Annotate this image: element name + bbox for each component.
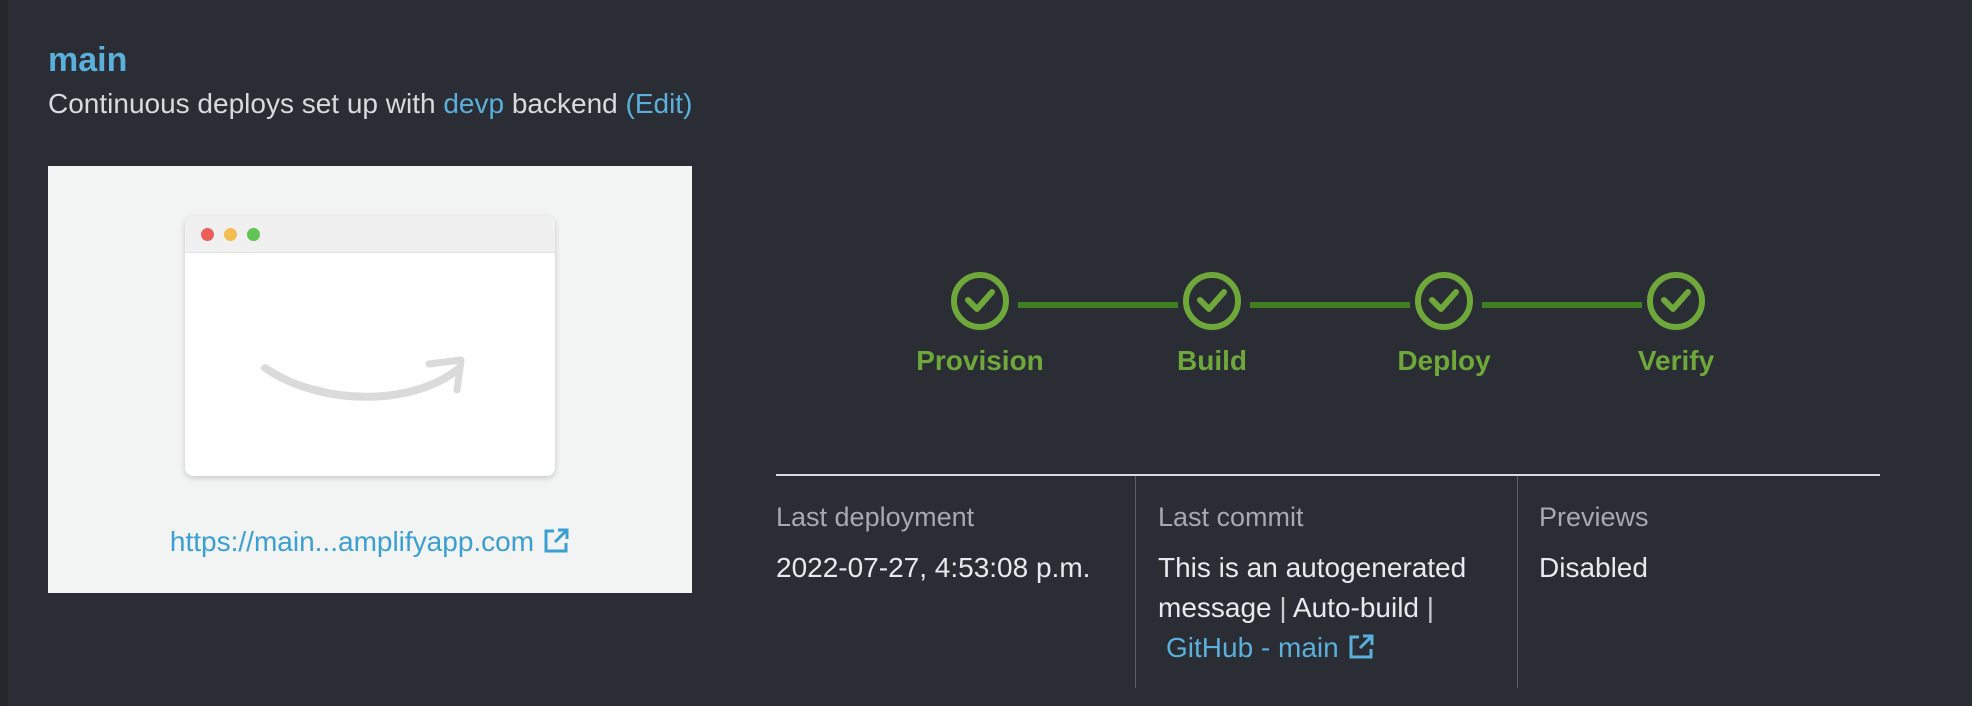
- stage-label: Deploy: [1397, 345, 1491, 376]
- stage-deploy: Deploy: [1344, 266, 1544, 378]
- branch-overview-page: main Continuous deploys set up with devp…: [0, 0, 1972, 706]
- check-circle-icon: [1183, 272, 1241, 330]
- last-commit-column: Last commit This is an autogenerated mes…: [1135, 476, 1518, 688]
- separator-pipe: |: [1426, 592, 1435, 623]
- app-preview-card: https://main...amplifyapp.com: [48, 166, 692, 593]
- stage-label: Verify: [1637, 345, 1715, 376]
- browser-title-bar: [185, 216, 555, 253]
- stage-build: Build: [1112, 266, 1312, 378]
- preview-url-row: https://main...amplifyapp.com: [48, 524, 692, 560]
- branch-name-link[interactable]: main: [48, 38, 127, 82]
- check-circle-icon: [951, 272, 1009, 330]
- browser-thumbnail: [185, 216, 555, 476]
- app-url-link[interactable]: https://main...amplifyapp.com: [170, 526, 534, 557]
- previews-value: Disabled: [1539, 552, 1648, 583]
- branch-subtitle: Continuous deploys set up with devp back…: [48, 86, 692, 122]
- amazon-smile-logo-icon: [261, 356, 465, 401]
- commit-message-word: message: [1158, 592, 1272, 623]
- minimize-dot-icon: [224, 228, 237, 241]
- stage-verify: Verify: [1576, 266, 1776, 378]
- backend-link[interactable]: devp: [443, 88, 504, 119]
- previews-column: Previews Disabled: [1517, 476, 1881, 688]
- last-commit-label: Last commit: [1158, 502, 1304, 532]
- close-dot-icon: [201, 228, 214, 241]
- last-commit-message: This is an autogenerated message | Auto-…: [1158, 548, 1488, 668]
- stage-label: Build: [1177, 345, 1247, 376]
- left-edge-bar: [0, 0, 8, 706]
- check-circle-icon: [1415, 272, 1473, 330]
- external-link-icon[interactable]: [542, 527, 570, 555]
- last-deployment-label: Last deployment: [776, 502, 975, 532]
- commit-source: Auto-build: [1292, 592, 1420, 623]
- stage-label: Provision: [916, 345, 1044, 376]
- last-deployment-column: Last deployment 2022-07-27, 4:53:08 p.m.: [776, 476, 1135, 688]
- github-commit-link[interactable]: GitHub - main: [1166, 632, 1339, 663]
- subtitle-suffix: backend: [511, 88, 618, 119]
- previews-label: Previews: [1539, 502, 1649, 532]
- edit-backend-link[interactable]: (Edit): [626, 88, 693, 119]
- separator-pipe: |: [1279, 592, 1287, 623]
- last-deployment-value: 2022-07-27, 4:53:08 p.m.: [776, 552, 1091, 583]
- check-circle-icon: [1647, 272, 1705, 330]
- external-link-icon[interactable]: [1347, 633, 1375, 661]
- commit-message-line: message | Auto-build |: [1158, 588, 1488, 628]
- commit-link-row: GitHub - main: [1158, 628, 1488, 668]
- subtitle-prefix: Continuous deploys set up with: [48, 88, 436, 119]
- deployment-pipeline: Provision Build Deploy Verify: [900, 266, 1720, 396]
- maximize-dot-icon: [247, 228, 260, 241]
- stage-provision: Provision: [880, 266, 1080, 378]
- commit-message-line: This is an autogenerated: [1158, 552, 1467, 583]
